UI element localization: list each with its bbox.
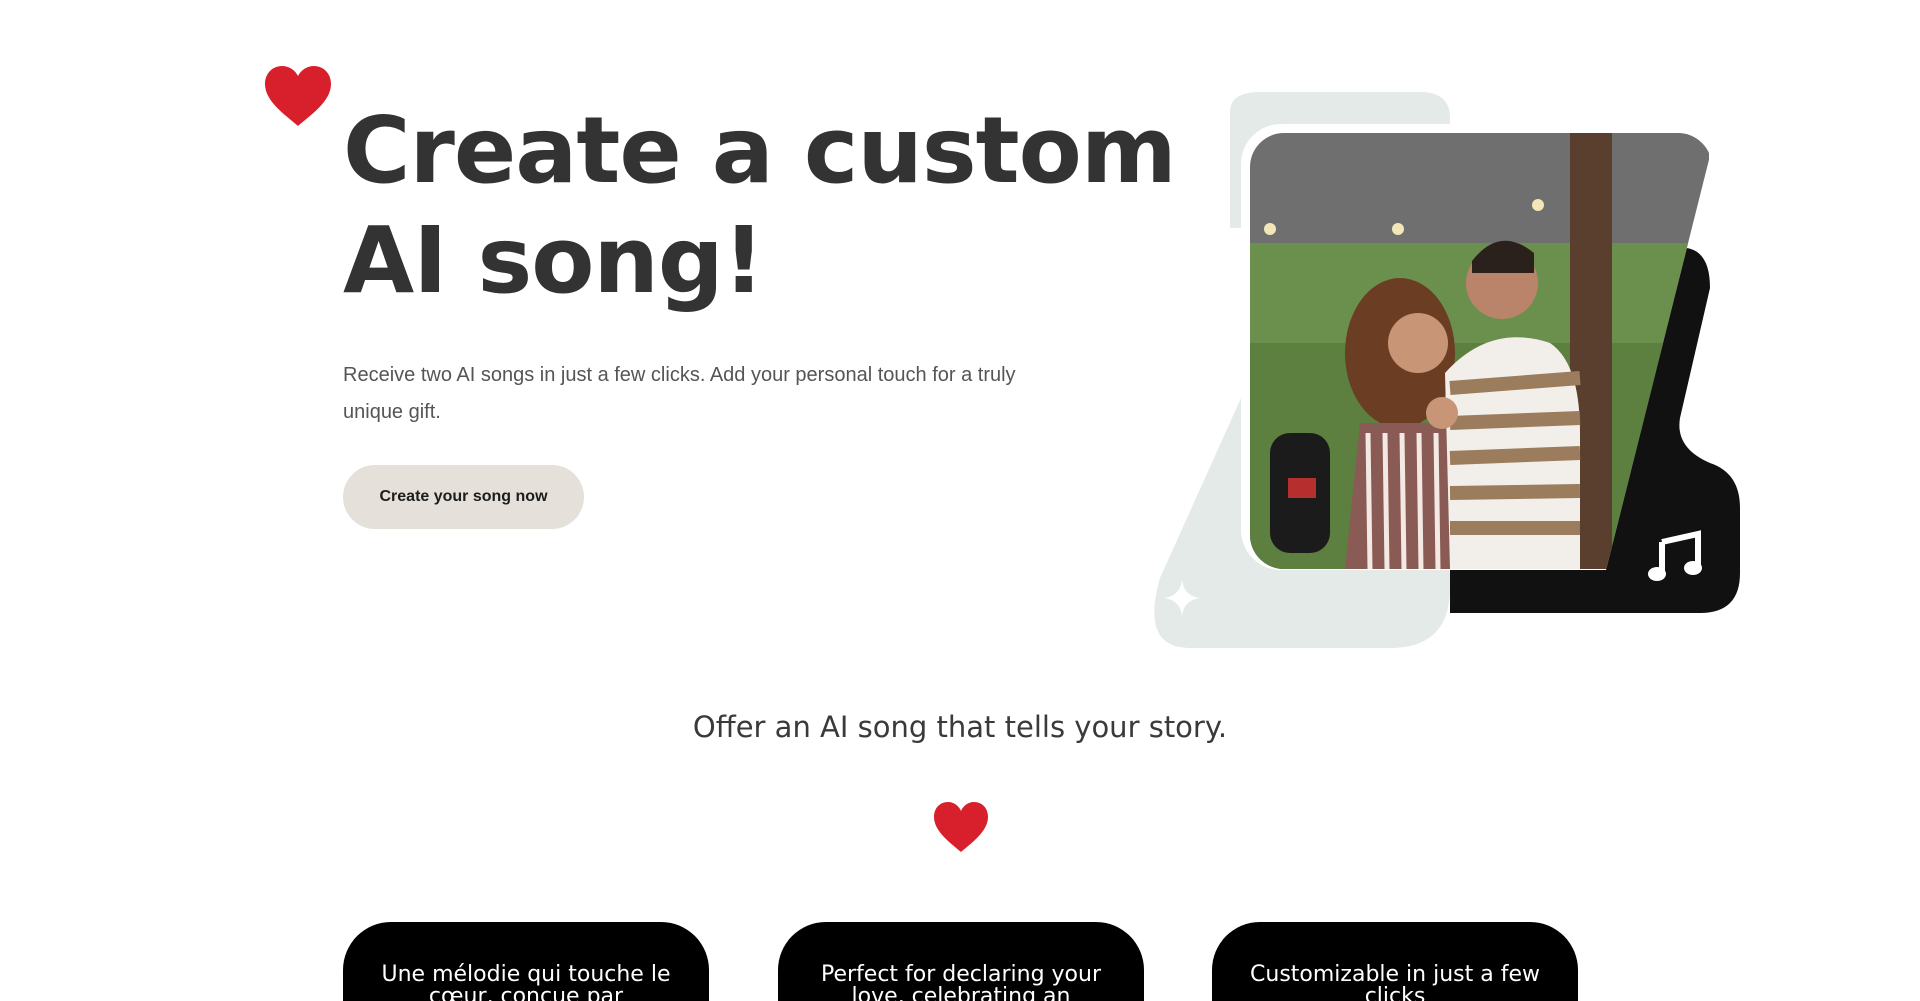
feature-card-text: Une mélodie qui touche le cœur, conçue p… <box>381 962 671 1001</box>
page: Create a custom AI song! Receive two AI … <box>0 0 1920 1001</box>
create-song-button[interactable]: Create your song now <box>343 465 584 529</box>
hero-description: Receive two AI songs in just a few click… <box>343 364 1016 423</box>
feature-card: Customizable in just a few clicks <box>1212 922 1578 1001</box>
hero-title-line-2: AI song! <box>343 207 765 314</box>
section-title: Offer an AI song that tells your story. <box>692 710 1228 744</box>
feature-card-text: Perfect for declaring your love, celebra… <box>820 962 1102 1001</box>
heart-icon <box>934 802 988 852</box>
sparkle-icon <box>1164 580 1200 616</box>
feature-card: Une mélodie qui touche le cœur, conçue p… <box>343 922 709 1001</box>
music-note-icon <box>1648 530 1702 581</box>
feature-cards: Une mélodie qui touche le cœur, conçue p… <box>343 922 1581 1001</box>
hero-illustration <box>1120 88 1740 658</box>
feature-card: Perfect for declaring your love, celebra… <box>778 922 1144 1001</box>
heart-icon <box>265 66 331 126</box>
hero-title-line-1: Create a custom <box>343 97 1177 204</box>
feature-card-text: Customizable in just a few clicks <box>1250 962 1540 1001</box>
hero-title: Create a custom AI song! <box>343 96 1177 316</box>
